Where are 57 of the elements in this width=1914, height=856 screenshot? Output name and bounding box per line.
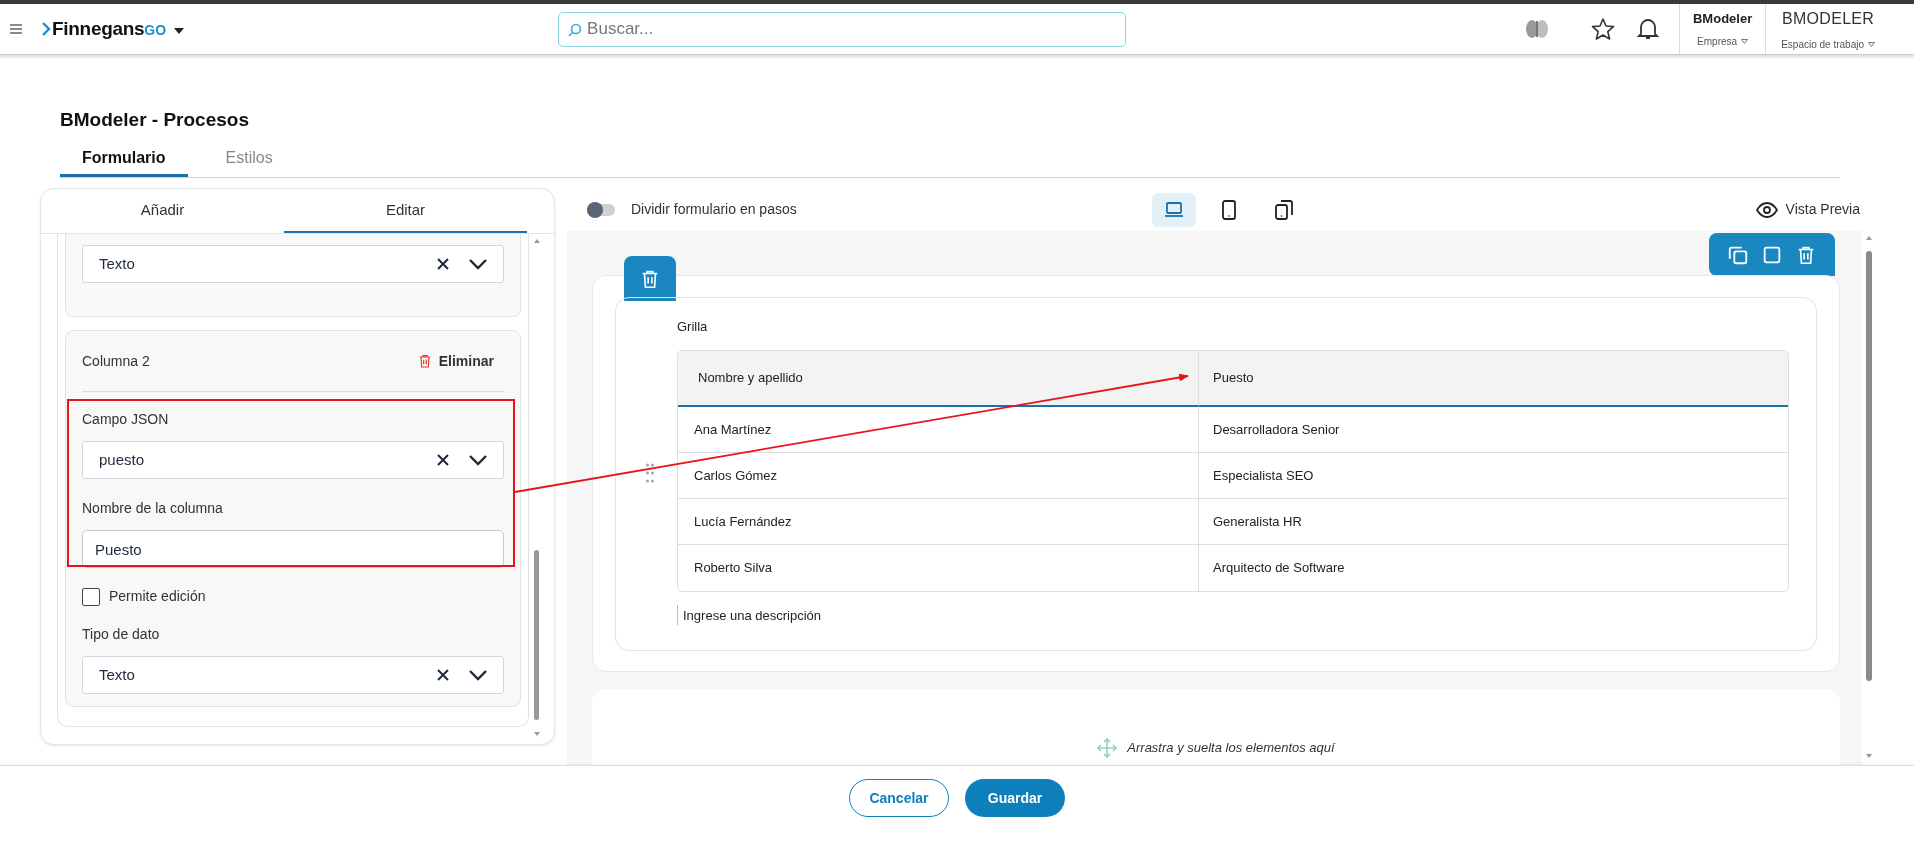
field-label: Tipo de dato [82, 625, 161, 644]
table-cell-text: Arquitecto de Software [1212, 559, 1346, 578]
field-label: Nombre de la columna [82, 499, 224, 518]
search-field[interactable]: Buscar... [558, 11, 1127, 47]
tab[interactable]: Añadir [41, 189, 284, 233]
account-selector[interactable]: BModeler Empresa [1679, 4, 1766, 54]
table-cell: Roberto Silva [678, 545, 1199, 591]
account-label: Espacio de trabajo [1781, 37, 1864, 52]
eye-icon [1755, 201, 1778, 218]
table-cell: Ana Martínez [678, 407, 1199, 453]
field-label: Campo JSON [82, 410, 170, 429]
checkbox-label: Permite edición [109, 587, 206, 606]
account-selector[interactable]: BMODELER Espacio de trabajo [1765, 4, 1891, 54]
caret-icon[interactable] [174, 27, 185, 34]
star-icon[interactable] [1591, 17, 1616, 41]
column-header: Nombre y apellido [678, 351, 1199, 407]
arrow-down-icon [1865, 753, 1873, 759]
caret-icon [1868, 41, 1875, 47]
menu-icon[interactable] [10, 24, 22, 34]
chevron-icon [42, 22, 51, 36]
toggle-label: Dividir formulario en pasos [631, 200, 797, 219]
checkbox[interactable] [82, 587, 100, 606]
toggle-switch[interactable] [587, 203, 615, 216]
table-cell: Lucía Fernández [678, 499, 1199, 545]
arrow-down-icon [533, 731, 541, 737]
grid-label: Grilla [677, 318, 709, 336]
description-field[interactable]: Ingrese una descripción [677, 605, 1077, 625]
drop-hint: Arrastra y suelta los elementos aquí [1127, 739, 1335, 758]
save-button[interactable]: Guardar [965, 779, 1065, 817]
column-header: Puesto [1199, 351, 1788, 407]
delete-button[interactable] [624, 256, 676, 301]
dropdown[interactable]: Texto [82, 245, 504, 283]
cancel-button[interactable]: Cancelar [849, 779, 949, 817]
move-icon [1097, 738, 1118, 758]
table-cell: Especialista SEO [1199, 453, 1788, 499]
search-icon [568, 22, 583, 37]
tab[interactable]: Estilos [203, 141, 295, 177]
delete-button[interactable]: Eliminar [416, 350, 494, 372]
brain-icon[interactable] [1524, 18, 1551, 40]
account-label: Empresa [1697, 35, 1738, 50]
arrow-up-icon [533, 238, 541, 244]
arrow-up-icon [1865, 235, 1873, 241]
column-title: Columna 2 [82, 351, 151, 371]
dropdown[interactable]: Texto [82, 656, 504, 694]
table-cell: Generalista HR [1199, 499, 1788, 545]
dropdown[interactable]: puesto [82, 441, 504, 479]
devices-icon [1272, 197, 1296, 222]
drag-handle-icon[interactable] [646, 463, 654, 483]
table-cell: Desarrolladora Senior [1199, 407, 1788, 453]
table-cell: Carlos Gómez [678, 453, 1199, 499]
input-field[interactable]: Puesto [82, 530, 504, 568]
tab[interactable]: Formulario [60, 141, 188, 177]
logo[interactable]: FinnegansGO [42, 14, 167, 44]
page-title: BModeler - Procesos [59, 108, 250, 132]
bell-icon[interactable] [1637, 17, 1660, 41]
preview-button[interactable]: Vista Previa [1755, 199, 1860, 220]
caret-icon [1741, 39, 1749, 45]
